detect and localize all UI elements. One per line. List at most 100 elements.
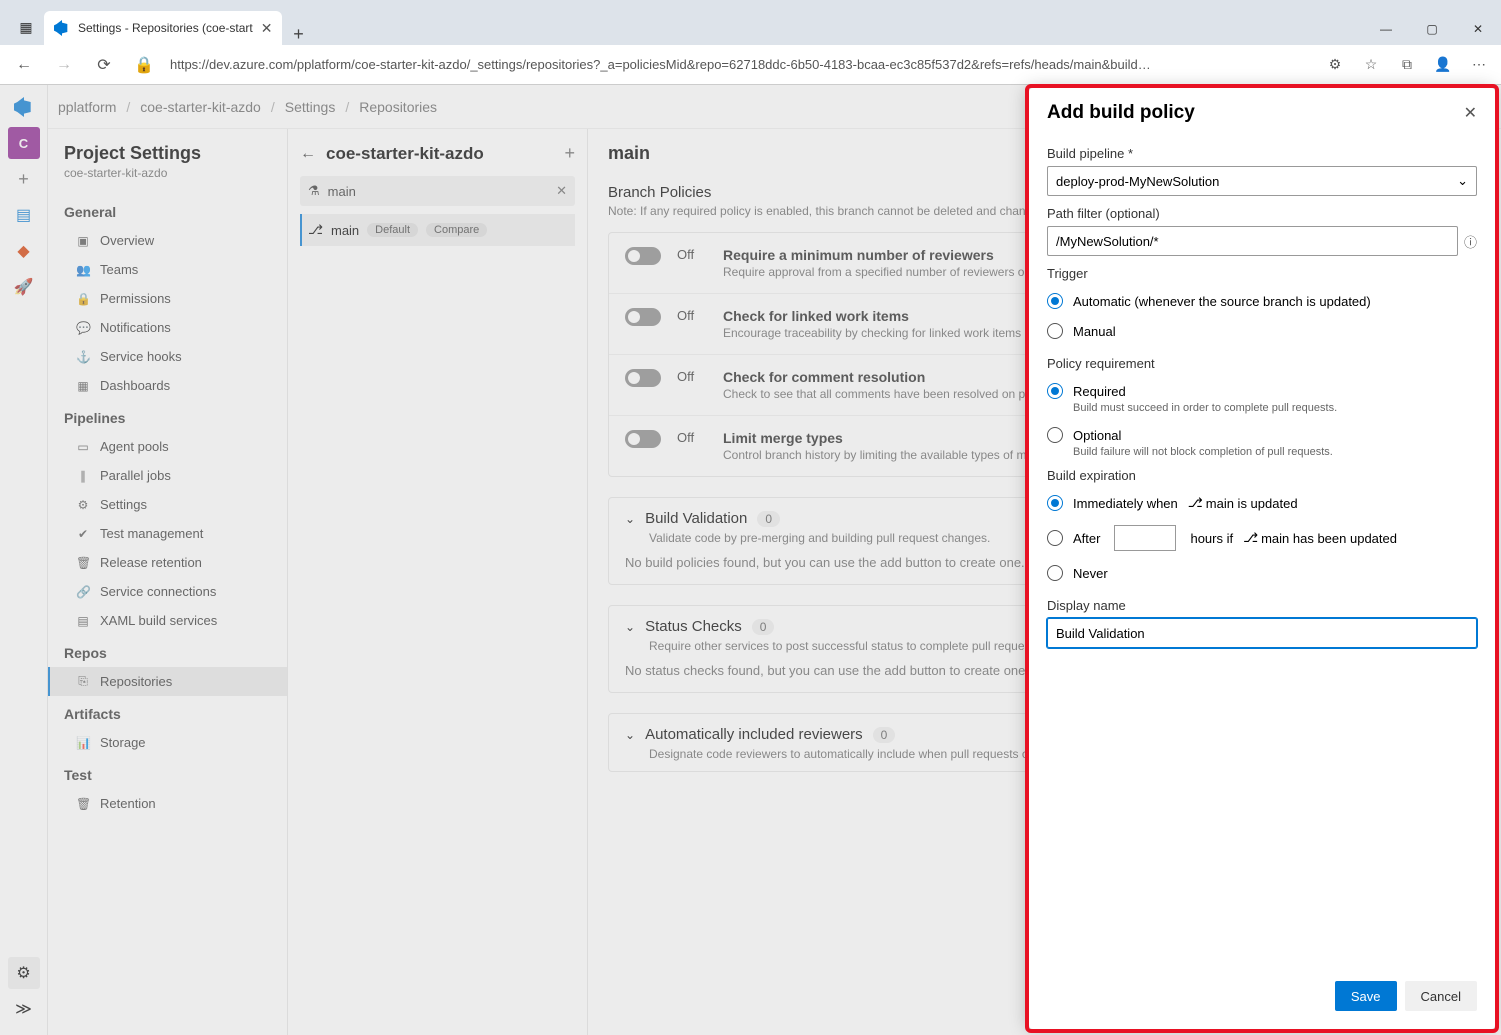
default-badge: Default <box>367 223 418 237</box>
radio-icon <box>1047 530 1063 546</box>
sidebar-item-teams[interactable]: 👥Teams <box>48 255 287 284</box>
page-title: Project Settings <box>48 143 287 166</box>
expiration-hours-input[interactable] <box>1114 525 1176 551</box>
azure-devops-icon <box>54 20 70 36</box>
expiration-immediate[interactable]: Immediately when ⎇main is updated <box>1047 488 1477 518</box>
close-panel-icon[interactable]: ✕ <box>1464 103 1477 123</box>
expiration-after[interactable]: After hours if ⎇main has been updated <box>1047 518 1477 558</box>
path-filter-input[interactable] <box>1047 226 1458 256</box>
breadcrumb-org[interactable]: pplatform <box>58 99 116 115</box>
branch-icon: ⎇ <box>1243 530 1258 546</box>
profile-icon[interactable]: 👤 <box>1431 56 1455 73</box>
branch-icon: ⎇ <box>308 222 323 238</box>
filter-icon: ⚗ <box>308 183 320 199</box>
path-filter-label: Path filter (optional) <box>1047 206 1477 221</box>
radio-icon <box>1047 383 1063 399</box>
sidebar-item-settings[interactable]: ⚙Settings <box>48 490 287 519</box>
favorite-icon[interactable]: ☆ <box>1359 56 1383 73</box>
page-settings-icon[interactable]: ⚙ <box>1323 56 1347 73</box>
cancel-button[interactable]: Cancel <box>1405 981 1477 1011</box>
project-name: coe-starter-kit-azdo <box>48 166 287 194</box>
azure-devops-logo-icon[interactable] <box>8 91 40 123</box>
sidebar-item-parallel-jobs[interactable]: ∥Parallel jobs <box>48 461 287 490</box>
save-button[interactable]: Save <box>1335 981 1397 1011</box>
trigger-manual[interactable]: Manual <box>1047 316 1477 346</box>
sidebar-item-xaml[interactable]: ▤XAML build services <box>48 606 287 635</box>
radio-icon <box>1047 293 1063 309</box>
build-pipeline-label: Build pipeline * <box>1047 146 1477 161</box>
close-window-button[interactable]: ✕ <box>1455 13 1501 45</box>
sidebar-item-service-connections[interactable]: 🔗Service connections <box>48 577 287 606</box>
branch-row[interactable]: ⎇ main Default Compare <box>300 214 575 246</box>
radio-icon <box>1047 565 1063 581</box>
group-pipelines: Pipelines <box>48 400 287 432</box>
branch-icon: ⎇ <box>1188 495 1203 511</box>
breadcrumb-settings[interactable]: Settings <box>285 99 336 115</box>
boards-icon[interactable]: ▤ <box>8 199 40 231</box>
sidebar-item-agent-pools[interactable]: ▭Agent pools <box>48 432 287 461</box>
sidebar-item-dashboards[interactable]: ▦Dashboards <box>48 371 287 400</box>
group-artifacts: Artifacts <box>48 696 287 728</box>
sidebar-item-storage[interactable]: 📊Storage <box>48 728 287 757</box>
refresh-button[interactable]: ⟳ <box>90 55 118 75</box>
panel-title: Add build policy <box>1047 102 1464 124</box>
display-name-label: Display name <box>1047 598 1477 613</box>
breadcrumb-project[interactable]: coe-starter-kit-azdo <box>140 99 261 115</box>
forward-button[interactable]: → <box>50 56 78 74</box>
expiration-never[interactable]: Never <box>1047 558 1477 588</box>
project-avatar[interactable]: C <box>8 127 40 159</box>
maximize-button[interactable]: ▢ <box>1409 13 1455 45</box>
radio-icon <box>1047 427 1063 443</box>
clear-filter-icon[interactable]: ✕ <box>556 183 567 199</box>
sidebar-item-release-retention[interactable]: 🗑Release retention <box>48 548 287 577</box>
project-settings-icon[interactable]: ⚙ <box>8 957 40 989</box>
trigger-automatic[interactable]: Automatic (whenever the source branch is… <box>1047 286 1477 316</box>
chevron-down-icon: ⌄ <box>625 620 635 634</box>
radio-icon <box>1047 323 1063 339</box>
chevron-down-icon: ⌄ <box>625 728 635 742</box>
radio-icon <box>1047 495 1063 511</box>
add-branch-icon[interactable]: + <box>564 143 575 164</box>
toggle-linked-work-items[interactable] <box>625 308 661 326</box>
sidebar-item-retention[interactable]: 🗑Retention <box>48 789 287 818</box>
address-bar[interactable]: https://dev.azure.com/pplatform/coe-star… <box>170 57 1311 72</box>
sidebar-item-overview[interactable]: ▣Overview <box>48 226 287 255</box>
sidebar-item-notifications[interactable]: 💬Notifications <box>48 313 287 342</box>
browser-tab[interactable]: Settings - Repositories (coe-start ✕ <box>44 11 282 45</box>
pipelines-icon[interactable]: 🚀 <box>8 271 40 303</box>
trigger-label: Trigger <box>1047 266 1477 281</box>
minimize-button[interactable]: — <box>1363 13 1409 45</box>
close-tab-icon[interactable]: ✕ <box>261 20 273 37</box>
chevron-down-icon: ⌄ <box>1457 173 1468 189</box>
display-name-input[interactable] <box>1047 618 1477 648</box>
toggle-min-reviewers[interactable] <box>625 247 661 265</box>
sidebar-item-permissions[interactable]: 🔒Permissions <box>48 284 287 313</box>
add-build-policy-panel: Add build policy ✕ Build pipeline * depl… <box>1029 88 1495 1029</box>
toggle-limit-merge[interactable] <box>625 430 661 448</box>
back-icon[interactable]: ← <box>300 145 316 163</box>
breadcrumb-repositories[interactable]: Repositories <box>359 99 437 115</box>
build-pipeline-select[interactable]: deploy-prod-MyNewSolution ⌄ <box>1047 166 1477 196</box>
new-tab-button[interactable]: + <box>282 24 314 45</box>
branch-filter[interactable]: ⚗ main ✕ <box>300 176 575 206</box>
sidebar-item-service-hooks[interactable]: ⚓Service hooks <box>48 342 287 371</box>
sidebar-item-test-management[interactable]: ✔Test management <box>48 519 287 548</box>
repos-icon[interactable]: ◆ <box>8 235 40 267</box>
sidebar-item-repositories[interactable]: ⎘Repositories <box>48 667 287 696</box>
group-general: General <box>48 194 287 226</box>
policy-requirement-label: Policy requirement <box>1047 356 1477 371</box>
compare-badge: Compare <box>426 223 487 237</box>
site-info-icon[interactable]: 🔒 <box>130 55 158 75</box>
info-icon[interactable]: ⓘ <box>1464 232 1477 251</box>
tab-actions-icon[interactable]: ▦ <box>8 9 44 45</box>
collections-icon[interactable]: ⧉ <box>1395 56 1419 73</box>
build-expiration-label: Build expiration <box>1047 468 1477 483</box>
toggle-comment-resolution[interactable] <box>625 369 661 387</box>
chevron-down-icon: ⌄ <box>625 512 635 526</box>
add-icon[interactable]: + <box>8 163 40 195</box>
back-button[interactable]: ← <box>10 56 38 74</box>
repo-title: coe-starter-kit-azdo <box>326 144 554 164</box>
group-test: Test <box>48 757 287 789</box>
menu-icon[interactable]: ⋯ <box>1467 56 1491 73</box>
expand-nav-icon[interactable]: ≫ <box>8 993 40 1025</box>
